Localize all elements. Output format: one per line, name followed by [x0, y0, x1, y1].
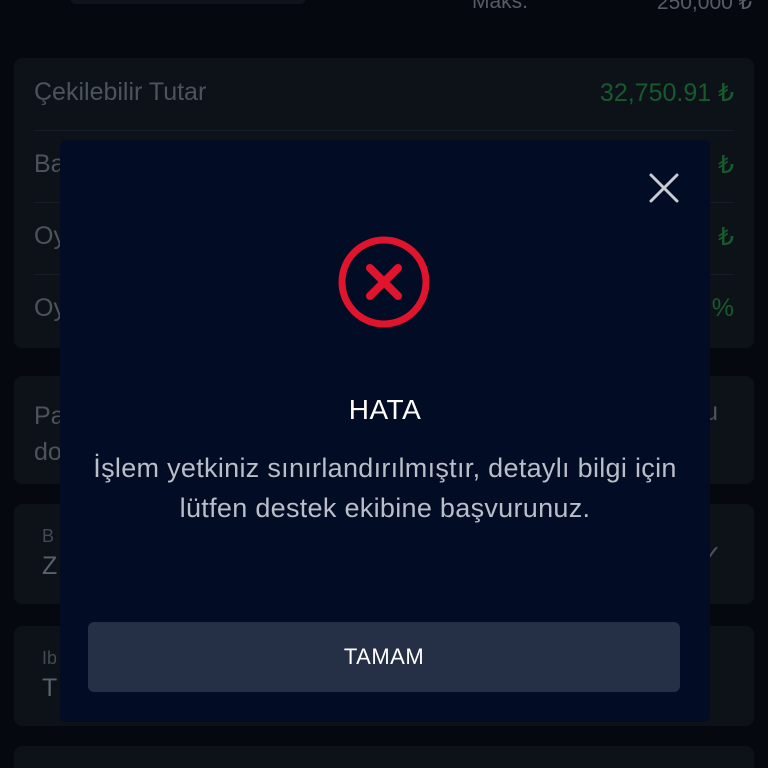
bank-field-label: B — [42, 526, 55, 546]
error-x-circle-icon — [338, 236, 430, 328]
iban-field-label: Ib — [42, 648, 56, 668]
max-limit-label: Maks. — [472, 0, 529, 13]
summary-value: % — [711, 294, 734, 322]
close-button[interactable] — [644, 168, 684, 208]
close-icon — [649, 173, 679, 203]
dialog-message: İşlem yetkiniz sınırlandırılmıştır, deta… — [93, 453, 677, 523]
tab-remnant — [70, 0, 306, 4]
limit-row: Maks. 250,000 ₺ — [0, 0, 768, 26]
withdraw-page: Maks. 250,000 ₺ Çekilebilir Tutar 32,750… — [0, 0, 768, 768]
max-limit-value: 250,000 ₺ — [656, 0, 752, 14]
summary-value: 32,750.91 ₺ — [599, 79, 734, 107]
summary-value: ₺ — [718, 151, 734, 179]
summary-row-withdrawable: Çekilebilir Tutar 32,750.91 ₺ — [34, 58, 734, 131]
iban-field-value: T — [42, 674, 58, 702]
summary-label: Çekilebilir Tutar — [34, 78, 207, 106]
error-dialog: HATA İşlem yetkiniz sınırlandırılmıştır,… — [60, 140, 710, 722]
summary-value: ₺ — [718, 223, 734, 251]
dialog-title: HATA — [348, 394, 422, 425]
bottom-field — [14, 746, 754, 768]
bank-field-value: Z — [42, 552, 58, 580]
ok-button[interactable]: TAMAM — [88, 622, 680, 692]
